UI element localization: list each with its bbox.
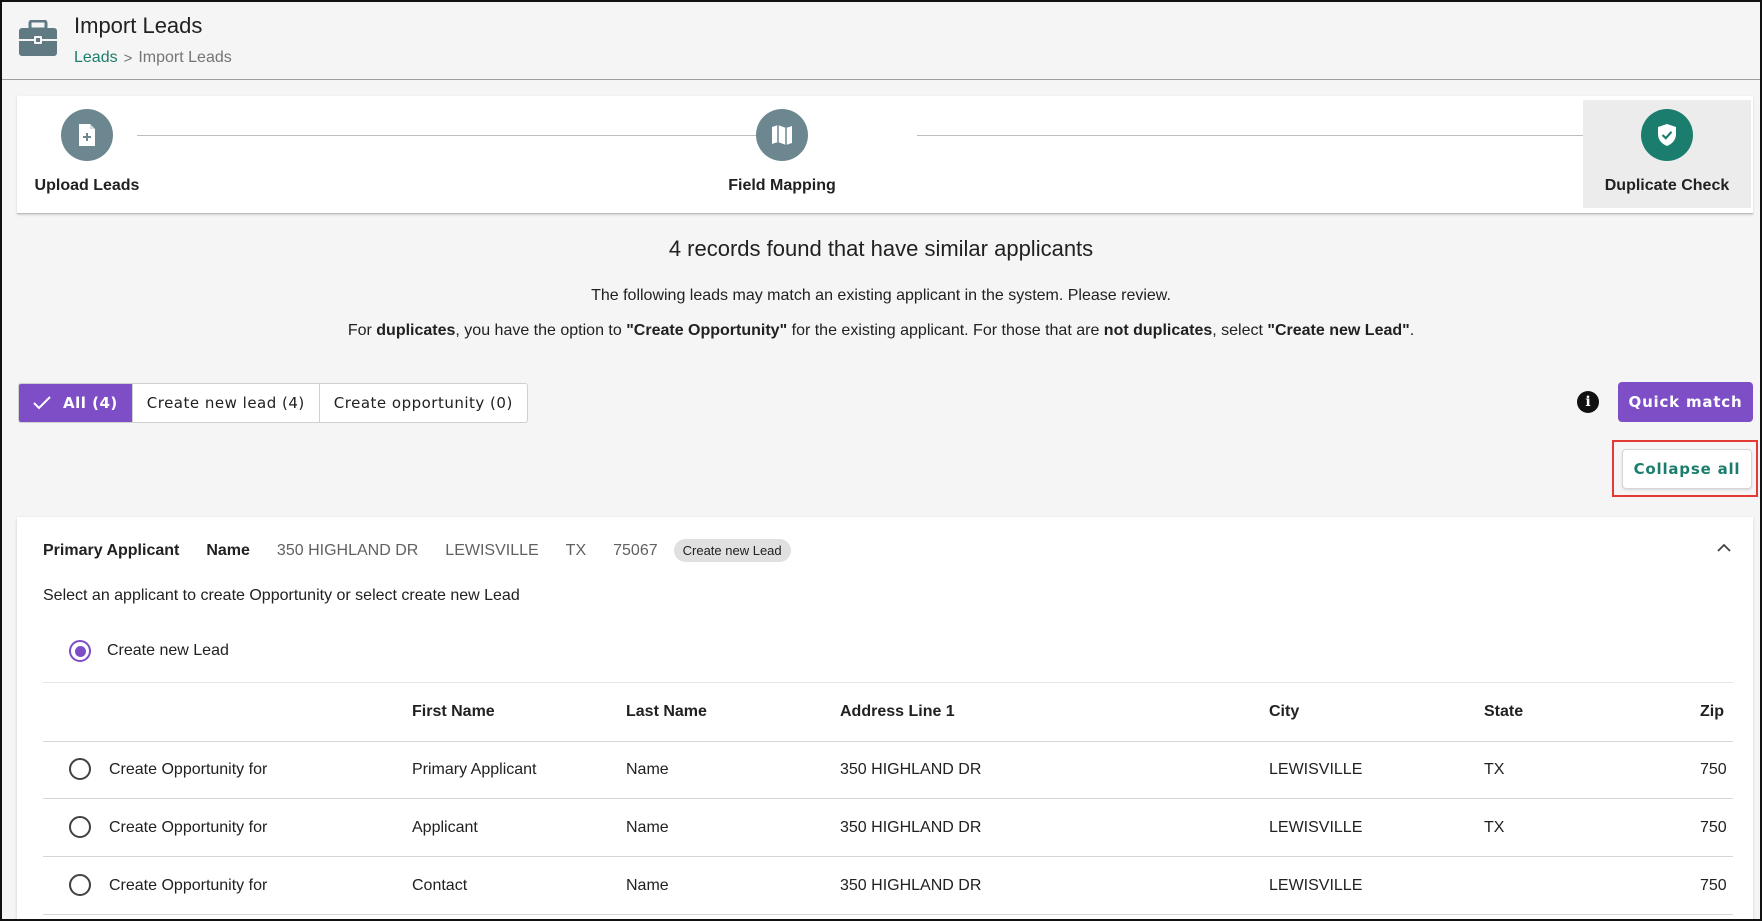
duplicates-summary-title: 4 records found that have similar applic…: [668, 236, 1094, 261]
breadcrumb-separator: >: [123, 49, 133, 67]
page-title: Import Leads: [74, 13, 203, 38]
table-row[interactable]: Create Opportunity for Applicant Name 35…: [43, 800, 1733, 857]
file-add-icon: [61, 109, 113, 161]
column-header-state[interactable]: State: [1484, 703, 1523, 721]
radio-create-opportunity[interactable]: [69, 816, 91, 838]
filter-toggle-group: All (4) Create new lead (4) Create oppor…: [18, 383, 528, 423]
record-state: TX: [565, 541, 587, 559]
collapse-all-button[interactable]: Collapse all: [1622, 449, 1752, 489]
text-fragment-bold: "Create new Lead": [1267, 322, 1410, 339]
step-field-mapping[interactable]: Field Mapping: [727, 96, 837, 214]
cell-zip: 750: [1700, 761, 1727, 778]
step-duplicate-check[interactable]: Duplicate Check: [1602, 96, 1732, 214]
info-icon[interactable]: i: [1577, 391, 1599, 413]
card-header[interactable]: Primary Applicant Name 350 HIGHLAND DR L…: [43, 539, 791, 562]
record-city: LEWISVILLE: [445, 541, 539, 559]
check-icon: [33, 396, 51, 410]
step-label: Upload Leads: [34, 177, 140, 194]
card-instruction: Select an applicant to create Opportunit…: [43, 587, 520, 604]
cell-first-name: Applicant: [412, 819, 478, 836]
column-header-first-name[interactable]: First Name: [412, 703, 495, 721]
text-fragment: , select: [1212, 322, 1268, 339]
cell-state: TX: [1484, 819, 1505, 836]
breadcrumb-leads-link[interactable]: Leads: [74, 49, 118, 67]
row-action-label: Create Opportunity for: [109, 819, 268, 836]
step-label: Duplicate Check: [1604, 177, 1730, 194]
table-row[interactable]: Create Opportunity for Primary Applicant…: [43, 742, 1733, 799]
row-action-label: Create Opportunity for: [109, 761, 268, 778]
cell-first-name: Primary Applicant: [412, 761, 537, 778]
cell-last-name: Name: [626, 877, 669, 894]
cell-zip: 750: [1700, 877, 1727, 894]
column-header-city[interactable]: City: [1269, 703, 1299, 721]
column-header-last-name[interactable]: Last Name: [626, 703, 707, 721]
text-fragment-bold: "Create Opportunity": [626, 322, 788, 339]
text-fragment: , you have the option to: [455, 322, 627, 339]
record-last-name: Name: [206, 541, 250, 559]
column-header-address[interactable]: Address Line 1: [840, 703, 955, 721]
step-connector: [137, 135, 797, 136]
cell-city: LEWISVILLE: [1269, 761, 1363, 778]
create-new-lead-option[interactable]: Create new Lead: [69, 640, 229, 662]
breadcrumb: Leads > Import Leads: [74, 49, 232, 67]
status-chip: Create new Lead: [673, 539, 791, 562]
text-fragment: For: [347, 322, 377, 339]
record-first-name: Primary Applicant: [43, 541, 180, 559]
filter-all-label: All (4): [63, 394, 118, 412]
radio-create-new-lead[interactable]: [69, 640, 91, 662]
cell-first-name: Contact: [412, 877, 468, 894]
matches-table: First Name Last Name Address Line 1 City…: [43, 682, 1733, 919]
column-header-zip[interactable]: Zip: [1700, 703, 1724, 721]
step-upload-leads[interactable]: Upload Leads: [35, 96, 139, 214]
import-stepper: Upload Leads Field Mapping Duplicate Che…: [17, 96, 1753, 214]
summary-instructions: For duplicates, you have the option to "…: [2, 322, 1760, 340]
breadcrumb-current: Import Leads: [138, 49, 232, 66]
briefcase-icon: [19, 20, 57, 56]
cell-last-name: Name: [626, 761, 669, 778]
cell-city: LEWISVILLE: [1269, 819, 1363, 836]
step-label: Field Mapping: [728, 177, 836, 194]
cell-city: LEWISVILLE: [1269, 877, 1363, 894]
record-zip: 75067: [613, 541, 658, 559]
table-header: First Name Last Name Address Line 1 City…: [43, 683, 1733, 742]
create-new-lead-label: Create new Lead: [107, 642, 229, 659]
cell-zip: 750: [1700, 819, 1727, 836]
chevron-up-icon[interactable]: [1715, 539, 1733, 557]
text-fragment-bold: not duplicates: [1103, 322, 1213, 339]
cell-last-name: Name: [626, 819, 669, 836]
text-fragment-bold: duplicates: [376, 322, 456, 339]
cell-state: TX: [1484, 761, 1505, 778]
step-connector: [917, 135, 1637, 136]
table-row[interactable]: Create Opportunity for Contact Name 350 …: [43, 858, 1733, 915]
text-fragment: .: [1409, 322, 1415, 339]
cell-address: 350 HIGHLAND DR: [840, 761, 982, 778]
record-address: 350 HIGHLAND DR: [276, 541, 419, 559]
radio-create-opportunity[interactable]: [69, 874, 91, 896]
filter-create-new-lead-button[interactable]: Create new lead (4): [133, 384, 320, 422]
duplicate-record-card: Primary Applicant Name 350 HIGHLAND DR L…: [17, 517, 1753, 919]
app-frame: Import Leads Leads > Import Leads Upload…: [0, 0, 1762, 921]
page-header: Import Leads Leads > Import Leads: [2, 2, 1760, 80]
map-icon: [756, 109, 808, 161]
filter-all-button[interactable]: All (4): [19, 384, 133, 422]
quick-match-button[interactable]: Quick match: [1618, 382, 1753, 422]
radio-create-opportunity[interactable]: [69, 758, 91, 780]
filter-create-opportunity-label: Create opportunity (0): [333, 394, 513, 412]
text-fragment: for the existing applicant. For those th…: [787, 322, 1104, 339]
filter-create-opportunity-button[interactable]: Create opportunity (0): [320, 384, 527, 422]
summary-description: The following leads may match an existin…: [591, 287, 1171, 304]
filter-create-new-lead-label: Create new lead (4): [146, 394, 305, 412]
row-action-label: Create Opportunity for: [109, 877, 268, 894]
cell-address: 350 HIGHLAND DR: [840, 877, 982, 894]
cell-address: 350 HIGHLAND DR: [840, 819, 982, 836]
shield-check-icon: [1641, 109, 1693, 161]
